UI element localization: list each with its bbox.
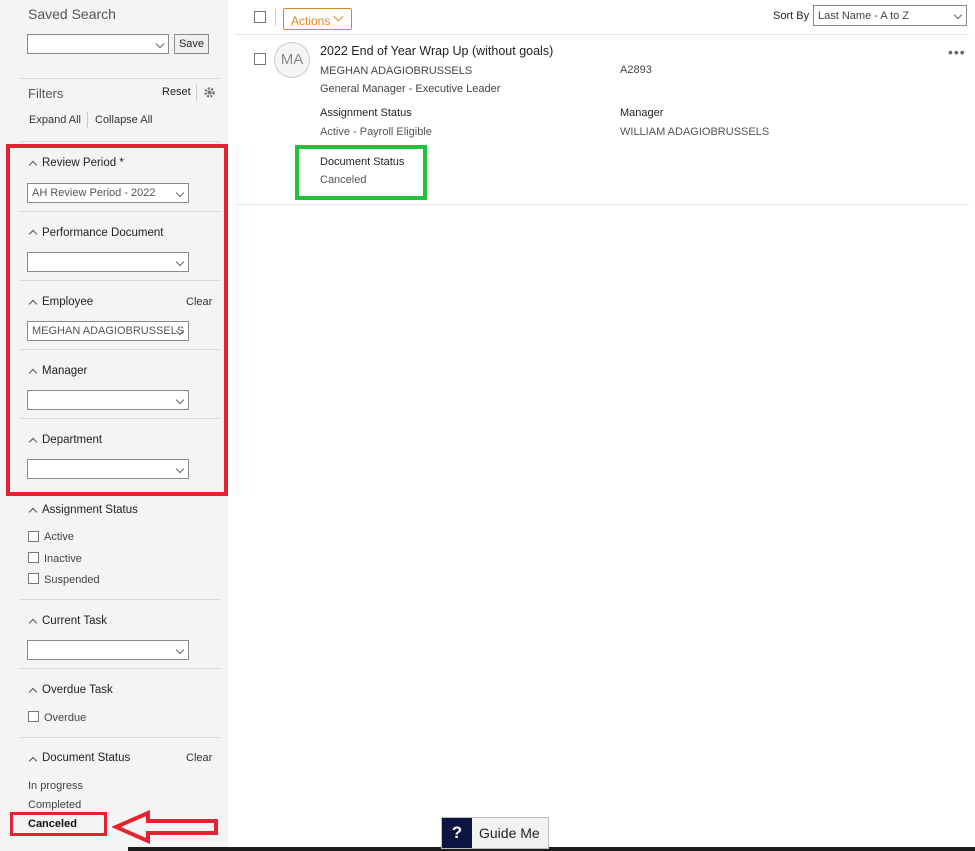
job-title: General Manager - Executive Leader — [320, 83, 501, 95]
overdue-task-label: Overdue Task — [42, 684, 113, 696]
collapse-caret-icon[interactable] — [28, 687, 38, 697]
divider — [20, 141, 220, 142]
saved-search-label: Saved Search — [28, 6, 116, 22]
filters-highlight-box — [6, 144, 228, 496]
manager-value: WILLIAM ADAGIOBRUSSELS — [620, 126, 770, 138]
sort-by-label: Sort By — [773, 10, 810, 22]
document-status-filter-label: Document Status — [42, 752, 131, 764]
guide-me-button[interactable]: ? Guide Me — [441, 817, 549, 849]
overdue-checkbox[interactable] — [28, 711, 39, 722]
divider — [234, 204, 969, 205]
collapse-caret-icon[interactable] — [28, 756, 38, 766]
more-horizontal-icon[interactable]: ••• — [948, 44, 966, 60]
divider — [20, 599, 220, 600]
active-checkbox[interactable] — [28, 531, 39, 542]
reset-link[interactable]: Reset — [162, 86, 191, 98]
active-option-label: Active — [44, 531, 74, 543]
assignment-status-value: Active - Payroll Eligible — [320, 126, 432, 138]
record-checkbox[interactable] — [254, 53, 266, 65]
actions-button[interactable]: Actions — [283, 8, 352, 30]
save-button[interactable]: Save — [174, 34, 209, 54]
collapse-caret-icon[interactable] — [28, 507, 38, 517]
current-task-select[interactable] — [27, 640, 189, 660]
help-icon: ? — [442, 818, 472, 848]
suspended-option-label: Suspended — [44, 574, 100, 586]
divider — [234, 34, 969, 35]
saved-search-select[interactable] — [27, 34, 169, 54]
arrow-left-icon — [112, 810, 218, 844]
chevron-down-icon — [175, 645, 185, 655]
gear-icon[interactable] — [203, 86, 216, 99]
select-all-checkbox[interactable] — [254, 11, 266, 23]
current-task-label: Current Task — [42, 615, 107, 627]
inactive-option-label: Inactive — [44, 553, 82, 565]
manager-heading: Manager — [620, 107, 664, 119]
collapse-caret-icon[interactable] — [28, 618, 38, 628]
divider — [20, 737, 220, 738]
canceled-highlight-box — [10, 812, 107, 836]
avatar: MA — [274, 42, 310, 78]
employee-id: A2893 — [620, 64, 652, 76]
employee-name: MEGHAN ADAGIOBRUSSELS — [320, 65, 473, 77]
record-title-link[interactable]: 2022 End of Year Wrap Up (without goals) — [320, 44, 553, 58]
divider — [87, 112, 88, 128]
expand-all-link[interactable]: Expand All — [29, 114, 81, 126]
document-status-clear-link[interactable]: Clear — [186, 752, 212, 764]
divider — [196, 84, 197, 101]
divider — [275, 9, 276, 26]
assignment-status-heading: Assignment Status — [320, 107, 412, 119]
filters-label: Filters — [28, 86, 64, 101]
guide-me-label: Guide Me — [479, 825, 540, 841]
sort-by-select[interactable]: Last Name - A to Z — [813, 5, 967, 26]
document-status-highlight-box — [295, 145, 427, 200]
collapse-all-link[interactable]: Collapse All — [95, 114, 152, 126]
in-progress-option[interactable]: In progress — [28, 780, 83, 792]
overdue-option-label: Overdue — [44, 712, 87, 724]
divider — [20, 78, 220, 79]
chevron-down-icon — [155, 39, 165, 49]
bottom-edge-bar — [128, 847, 975, 851]
suspended-checkbox[interactable] — [28, 573, 39, 584]
assignment-status-label: Assignment Status — [42, 504, 138, 516]
chevron-down-icon — [953, 10, 963, 20]
divider — [20, 668, 220, 669]
chevron-down-icon — [333, 11, 344, 22]
inactive-checkbox[interactable] — [28, 552, 39, 563]
completed-option[interactable]: Completed — [28, 799, 81, 811]
